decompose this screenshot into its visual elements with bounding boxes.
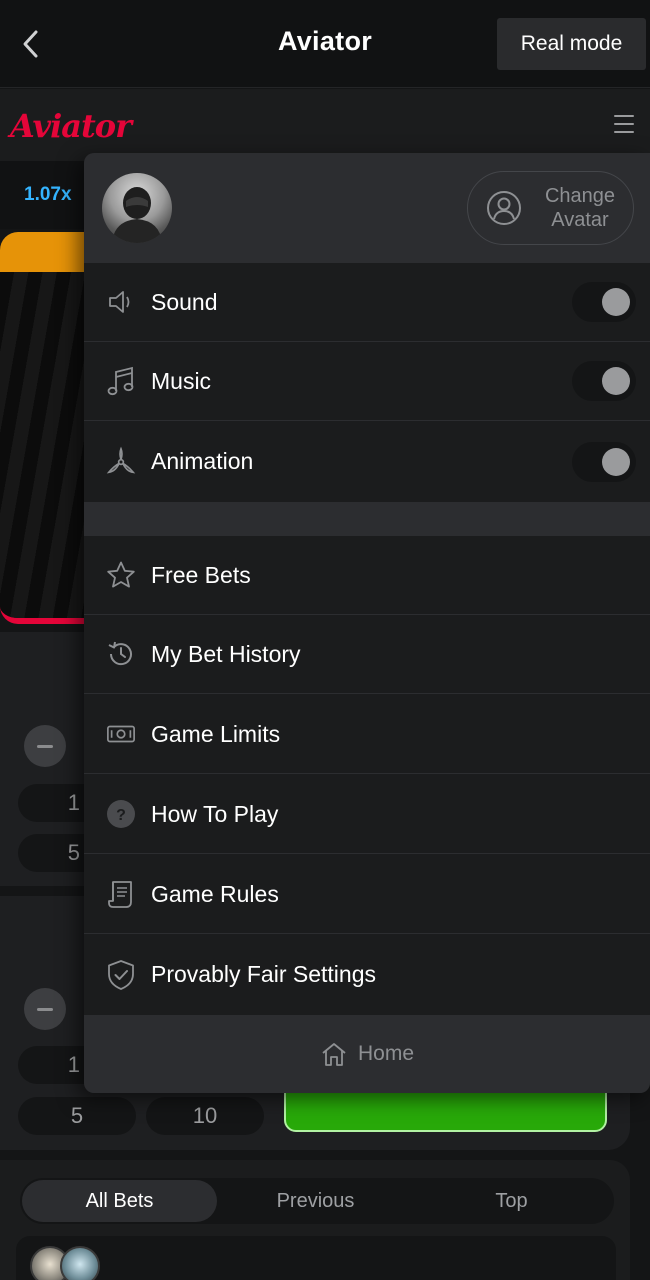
menu-item-animation[interactable]: Animation [84, 422, 650, 501]
avatar [60, 1246, 100, 1280]
real-mode-button[interactable]: Real mode [497, 18, 646, 70]
menu-item-how-to-play[interactable]: ? How To Play [84, 775, 650, 854]
user-avatar [102, 173, 172, 243]
decrease-bet-button[interactable] [24, 725, 66, 767]
quick-amount-button[interactable]: 10 [146, 1097, 264, 1135]
home-button[interactable]: Home [84, 1015, 650, 1093]
home-icon [320, 1041, 348, 1067]
menu-item-free-bets[interactable]: Free Bets [84, 536, 650, 615]
speaker-icon [106, 287, 136, 317]
question-icon: ? [106, 799, 136, 829]
menu-item-label: How To Play [151, 800, 279, 827]
menu-profile-section: Change Avatar [84, 153, 650, 263]
sound-toggle[interactable] [572, 282, 636, 322]
menu-item-music[interactable]: Music [84, 342, 650, 421]
quick-amount-button[interactable]: 5 [18, 1097, 136, 1135]
music-note-icon [106, 366, 136, 396]
menu-item-label: My Bet History [151, 640, 301, 667]
svg-text:?: ? [116, 807, 126, 824]
menu-item-sound[interactable]: Sound [84, 263, 650, 342]
bets-list [16, 1236, 616, 1280]
multiplier-badge[interactable]: 1.07x [24, 184, 72, 206]
menu-icon[interactable] [614, 115, 634, 133]
menu-item-bet-history[interactable]: My Bet History [84, 615, 650, 694]
tab-all-bets[interactable]: All Bets [22, 1180, 217, 1222]
tab-top[interactable]: Top [414, 1180, 609, 1222]
music-toggle[interactable] [572, 361, 636, 401]
menu-divider [84, 502, 650, 536]
settings-menu: Change Avatar Sound Music Animation Free… [84, 153, 650, 1093]
history-icon [106, 639, 136, 669]
tab-previous[interactable]: Previous [218, 1180, 413, 1222]
scroll-icon [106, 879, 136, 909]
user-icon [487, 191, 521, 225]
menu-item-game-limits[interactable]: Game Limits [84, 695, 650, 774]
menu-item-label: Animation [151, 448, 254, 474]
aviator-logo: Aviator [10, 107, 132, 145]
menu-item-label: Provably Fair Settings [151, 961, 376, 987]
banknote-icon [106, 719, 136, 749]
star-icon [106, 560, 136, 590]
menu-item-label: Sound [151, 288, 218, 315]
home-label: Home [357, 1042, 415, 1065]
menu-item-game-rules[interactable]: Game Rules [84, 855, 650, 934]
menu-item-label: Free Bets [151, 561, 251, 588]
propeller-icon [106, 446, 136, 477]
shield-check-icon [106, 959, 136, 990]
animation-toggle[interactable] [572, 441, 636, 482]
menu-item-label: Game Limits [151, 720, 281, 747]
menu-item-label: Game Rules [151, 880, 279, 907]
menu-item-provably-fair[interactable]: Provably Fair Settings [84, 935, 650, 1014]
change-avatar-button[interactable]: Change Avatar [467, 171, 634, 245]
game-header: Aviator [0, 89, 650, 161]
app-bar: Aviator Real mode [0, 0, 650, 88]
menu-item-label: Music [151, 367, 212, 394]
change-avatar-label: Change Avatar [544, 185, 616, 231]
decrease-bet-button[interactable] [24, 988, 66, 1030]
